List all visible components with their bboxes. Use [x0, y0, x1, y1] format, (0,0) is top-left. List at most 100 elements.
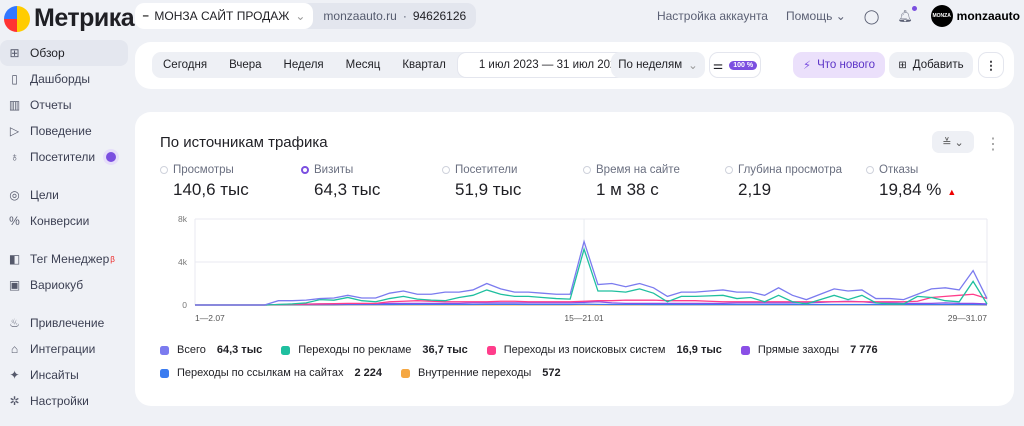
series-line-0 [195, 239, 988, 306]
y-tick-label: 4k [178, 257, 188, 267]
radio-icon[interactable] [442, 166, 450, 174]
sidebar-item-label: Тег Менеджер [30, 252, 110, 266]
sidebar-item-6[interactable]: % Конверсии [0, 208, 128, 234]
more-button[interactable]: ⋮ [978, 52, 1004, 78]
period-3[interactable]: Месяц [335, 59, 392, 71]
sidebar-item-12[interactable]: ✲ Настройки [0, 388, 128, 414]
sidebar-item-9[interactable]: ♨ Привлечение [0, 310, 128, 336]
metric-0[interactable]: Просмотры 140,6 тыс [160, 164, 249, 200]
checkbox-icon[interactable] [160, 368, 169, 378]
sidebar-item-7[interactable]: ◧ Тег Менеджер β [0, 246, 128, 272]
radio-icon[interactable] [725, 166, 733, 174]
period-4[interactable]: Квартал [391, 59, 456, 71]
sidebar-item-8[interactable]: ▣ Вариокуб [0, 272, 128, 298]
radio-icon[interactable] [583, 166, 591, 174]
sidebar-item-label: Дашборды [30, 72, 90, 86]
sidebar-item-label: Инсайты [30, 368, 79, 382]
metric-3[interactable]: Время на сайте 1 м 38 с [583, 164, 680, 200]
metric-4[interactable]: Глубина просмотра 2,19 [725, 164, 842, 200]
dashboard-icon: ▯ [11, 72, 18, 86]
widget-title: По источникам трафика [160, 134, 328, 151]
variocube-icon: ▣ [8, 278, 21, 292]
x-tick-label: 1—2.07 [195, 313, 225, 323]
checkbox-icon[interactable] [281, 345, 291, 355]
tag-manager-icon: ◧ [8, 252, 21, 266]
sampling-button[interactable]: ⚌ 100 % [709, 52, 761, 78]
legend-row: Переходы по ссылкам на сайтах 2 224 Внутре… [160, 367, 575, 379]
sidebar-item-0[interactable]: ⊞ Обзор [0, 40, 128, 66]
metric-5[interactable]: Отказы 19,84 % ▲ [866, 164, 956, 200]
y-tick-label: 8k [178, 214, 188, 224]
metrika-logo[interactable]: Метрика [4, 4, 135, 33]
period-2[interactable]: Неделя [273, 59, 335, 71]
chevron-down-icon: ⌄ [688, 60, 698, 72]
radio-icon[interactable] [301, 166, 309, 174]
checkbox-icon[interactable] [400, 368, 410, 378]
legend-label[interactable]: Переходы по ссылкам на сайтах [177, 367, 343, 379]
percent-icon: % [9, 214, 20, 228]
new-dot-icon [106, 152, 116, 162]
x-tick-label: 29—31.07 [948, 313, 987, 323]
sidebar-item-label: Обзор [30, 46, 65, 60]
counter-logo-icon: ━ [143, 10, 149, 21]
help-menu[interactable]: Помощь ⌄ [786, 9, 846, 23]
user-menu[interactable]: MONZA monzaauto [930, 5, 1020, 27]
avatar: MONZA [930, 5, 953, 27]
sidebar-item-label: Конверсии [30, 214, 90, 228]
chart-type-select[interactable]: ≚ ⌄ [932, 131, 974, 153]
sidebar: ⊞ Обзор ▯ Дашборды ▥ Отчеты ▷ Поведение ♁ Посетит… [0, 40, 128, 414]
sidebar-item-label: Настройки [30, 394, 89, 408]
radio-icon[interactable] [160, 166, 168, 174]
radio-icon[interactable] [866, 166, 874, 174]
checkbox-icon[interactable] [740, 345, 750, 355]
counter-selector[interactable]: ━ МОНЗА САЙТ ПРОДАЖ ⌄ monzaauto.ru · 9462612… [135, 3, 477, 29]
gear-icon: ✲ [9, 394, 20, 408]
target-icon: ◎ [9, 188, 20, 202]
period-0[interactable]: Сегодня [152, 59, 218, 71]
legend-label[interactable]: Переходы из поисковых систем [504, 344, 666, 356]
sidebar-item-label: Привлечение [30, 316, 105, 330]
checkbox-icon[interactable] [160, 345, 169, 355]
traffic-chart: 8k 4k 0 1—2.07 15—21.01 29—31.07 [178, 214, 988, 323]
legend-total: 7 776 [850, 344, 878, 356]
legend-label[interactable]: Переходы по рекламе [298, 344, 411, 356]
fire-icon: ♨ [9, 316, 20, 330]
sliders-icon: ⚌ [712, 60, 724, 72]
legend-total: 64,3 тыс [216, 344, 263, 356]
puzzle-icon: ⌂ [10, 342, 19, 356]
series-line-1 [195, 246, 988, 306]
sidebar-item-4[interactable]: ♁ Посетители [0, 144, 128, 170]
sidebar-item-5[interactable]: ◎ Цели [0, 182, 128, 208]
sidebar-item-2[interactable]: ▥ Отчеты [0, 92, 128, 118]
sidebar-item-11[interactable]: ✦ Инсайты [0, 362, 128, 388]
metric-2[interactable]: Посетители 51,9 тыс [442, 164, 521, 200]
grid-icon: ⊞ [9, 46, 20, 60]
legend-total: 36,7 тыс [422, 344, 468, 356]
account-settings-link[interactable]: Настройка аккаунта [657, 9, 768, 23]
sidebar-item-1[interactable]: ▯ Дашборды [0, 66, 128, 92]
y-tick-label: 0 [182, 300, 187, 310]
period-1[interactable]: Вчера [218, 59, 272, 71]
bar-chart-icon: ▥ [8, 98, 21, 112]
legend-label[interactable]: Всего [177, 344, 206, 356]
legend-label[interactable]: Прямые заходы [758, 344, 839, 356]
toolbar: Сегодня Вчера Неделя Месяц Квартал 1 июл 2023… [135, 42, 1014, 89]
legend-label[interactable]: Внутренние переходы [418, 367, 531, 379]
x-tick-label: 15—21.01 [564, 313, 603, 323]
add-widget-icon: ⊞ [898, 59, 907, 71]
sparkle-icon: ✦ [9, 368, 20, 382]
sidebar-item-label: Посетители [30, 150, 96, 164]
sidebar-item-label: Вариокуб [30, 278, 84, 292]
add-button[interactable]: ⊞ Добавить [889, 52, 973, 78]
widget-more-icon[interactable]: ⋮ [985, 134, 1001, 154]
sidebar-item-label: Отчеты [30, 98, 72, 112]
grouping-select[interactable]: По неделям ⌄ [611, 52, 705, 78]
bell-icon[interactable]: 🔔︎ [897, 6, 917, 23]
sidebar-item-3[interactable]: ▷ Поведение [0, 118, 128, 144]
user-icon: ♁ [10, 150, 19, 164]
sidebar-item-10[interactable]: ⌂ Интеграции [0, 336, 128, 362]
checkbox-icon[interactable] [486, 345, 496, 355]
whats-new-button[interactable]: ⚡︎ Что нового [793, 52, 885, 78]
metric-1[interactable]: Визиты 64,3 тыс [301, 164, 380, 200]
chat-icon[interactable]: ◯ [864, 8, 880, 25]
